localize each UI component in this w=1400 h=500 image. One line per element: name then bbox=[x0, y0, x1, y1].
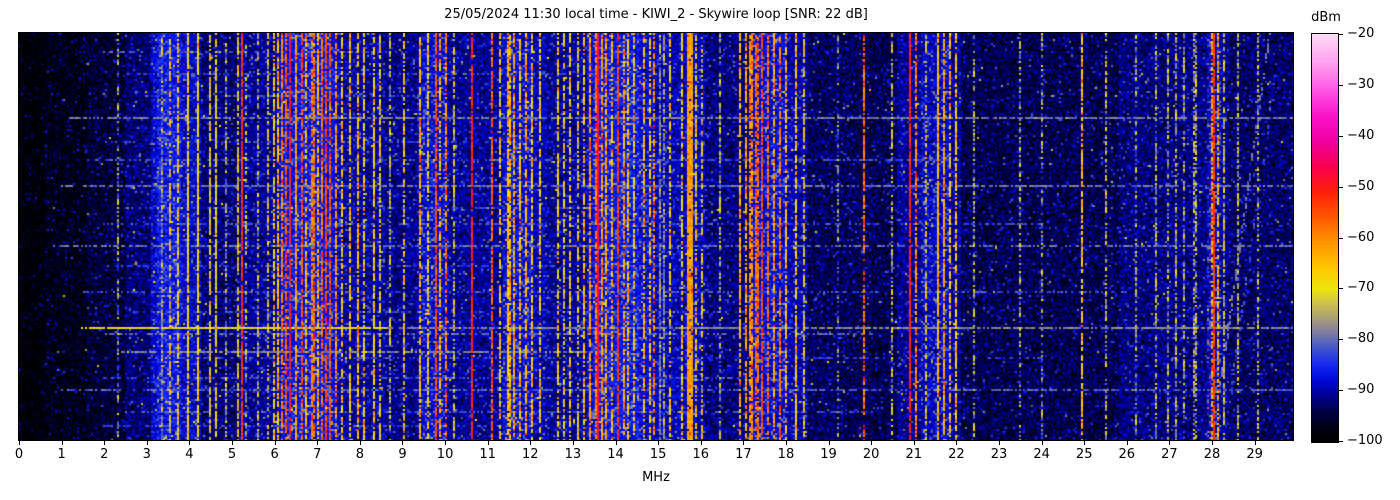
x-tick-mark bbox=[1169, 441, 1170, 445]
x-tick-mark bbox=[445, 441, 446, 445]
chart-title: 25/05/2024 11:30 local time - KIWI_2 - S… bbox=[19, 7, 1293, 22]
x-tick-mark bbox=[19, 441, 20, 445]
x-tick-label: 11 bbox=[468, 447, 508, 462]
x-tick-mark bbox=[786, 441, 787, 445]
x-tick-label: 0 bbox=[0, 447, 39, 462]
x-tick-label: 24 bbox=[1022, 447, 1062, 462]
x-tick-label: 4 bbox=[169, 447, 209, 462]
colorbar-tick-label: −40 bbox=[1347, 128, 1374, 143]
x-tick-mark bbox=[1212, 441, 1213, 445]
x-tick-label: 22 bbox=[936, 447, 976, 462]
x-tick-mark bbox=[62, 441, 63, 445]
colorbar-tick-mark bbox=[1339, 339, 1343, 340]
x-tick-mark bbox=[1127, 441, 1128, 445]
colorbar-unit-label: dBm bbox=[1296, 10, 1356, 25]
colorbar-tick-mark bbox=[1339, 288, 1343, 289]
x-tick-mark bbox=[147, 441, 148, 445]
x-tick-mark bbox=[999, 441, 1000, 445]
x-tick-label: 2 bbox=[84, 447, 124, 462]
x-tick-label: 13 bbox=[553, 447, 593, 462]
x-tick-label: 19 bbox=[809, 447, 849, 462]
x-tick-label: 14 bbox=[596, 447, 636, 462]
x-tick-mark bbox=[658, 441, 659, 445]
colorbar-tick-label: −80 bbox=[1347, 331, 1374, 346]
x-tick-label: 9 bbox=[382, 447, 422, 462]
x-tick-label: 6 bbox=[255, 447, 295, 462]
x-tick-mark bbox=[1042, 441, 1043, 445]
x-tick-mark bbox=[829, 441, 830, 445]
colorbar bbox=[1312, 34, 1338, 442]
x-tick-mark bbox=[104, 441, 105, 445]
colorbar-tick-label: −20 bbox=[1347, 26, 1374, 41]
colorbar-tick-label: −90 bbox=[1347, 382, 1374, 397]
colorbar-tick-mark bbox=[1339, 238, 1343, 239]
x-tick-mark bbox=[616, 441, 617, 445]
x-tick-mark bbox=[402, 441, 403, 445]
x-tick-mark bbox=[1255, 441, 1256, 445]
x-tick-mark bbox=[743, 441, 744, 445]
x-tick-label: 17 bbox=[723, 447, 763, 462]
x-tick-label: 29 bbox=[1235, 447, 1275, 462]
x-tick-label: 20 bbox=[851, 447, 891, 462]
x-tick-mark bbox=[914, 441, 915, 445]
spectrogram-figure: 25/05/2024 11:30 local time - KIWI_2 - S… bbox=[0, 0, 1400, 500]
colorbar-tick-label: −60 bbox=[1347, 230, 1374, 245]
x-tick-label: 28 bbox=[1192, 447, 1232, 462]
colorbar-tick-label: −30 bbox=[1347, 77, 1374, 92]
x-tick-mark bbox=[871, 441, 872, 445]
colorbar-tick-mark bbox=[1339, 85, 1343, 86]
x-tick-label: 7 bbox=[297, 447, 337, 462]
x-tick-label: 12 bbox=[510, 447, 550, 462]
spectrogram-canvas bbox=[19, 33, 1293, 440]
x-tick-label: 26 bbox=[1107, 447, 1147, 462]
colorbar-tick-label: −100 bbox=[1347, 433, 1383, 448]
x-tick-mark bbox=[275, 441, 276, 445]
x-tick-label: 10 bbox=[425, 447, 465, 462]
colorbar-tick-mark bbox=[1339, 187, 1343, 188]
x-tick-mark bbox=[360, 441, 361, 445]
colorbar-tick-mark bbox=[1339, 390, 1343, 391]
x-tick-label: 23 bbox=[979, 447, 1019, 462]
colorbar-tick-mark bbox=[1339, 441, 1343, 442]
x-tick-label: 21 bbox=[894, 447, 934, 462]
colorbar-tick-mark bbox=[1339, 136, 1343, 137]
x-tick-mark bbox=[1084, 441, 1085, 445]
colorbar-tick-label: −50 bbox=[1347, 179, 1374, 194]
x-tick-label: 18 bbox=[766, 447, 806, 462]
x-tick-mark bbox=[573, 441, 574, 445]
x-tick-label: 8 bbox=[340, 447, 380, 462]
x-tick-mark bbox=[530, 441, 531, 445]
x-tick-mark bbox=[317, 441, 318, 445]
x-tick-label: 27 bbox=[1149, 447, 1189, 462]
x-tick-label: 1 bbox=[42, 447, 82, 462]
x-tick-mark bbox=[956, 441, 957, 445]
x-tick-mark bbox=[189, 441, 190, 445]
x-axis-label: MHz bbox=[19, 470, 1293, 485]
x-tick-label: 5 bbox=[212, 447, 252, 462]
x-tick-mark bbox=[232, 441, 233, 445]
x-tick-mark bbox=[488, 441, 489, 445]
colorbar-tick-label: −70 bbox=[1347, 280, 1374, 295]
x-tick-mark bbox=[701, 441, 702, 445]
x-tick-label: 16 bbox=[681, 447, 721, 462]
x-tick-label: 3 bbox=[127, 447, 167, 462]
x-tick-label: 25 bbox=[1064, 447, 1104, 462]
x-tick-label: 15 bbox=[638, 447, 678, 462]
colorbar-tick-mark bbox=[1339, 34, 1343, 35]
